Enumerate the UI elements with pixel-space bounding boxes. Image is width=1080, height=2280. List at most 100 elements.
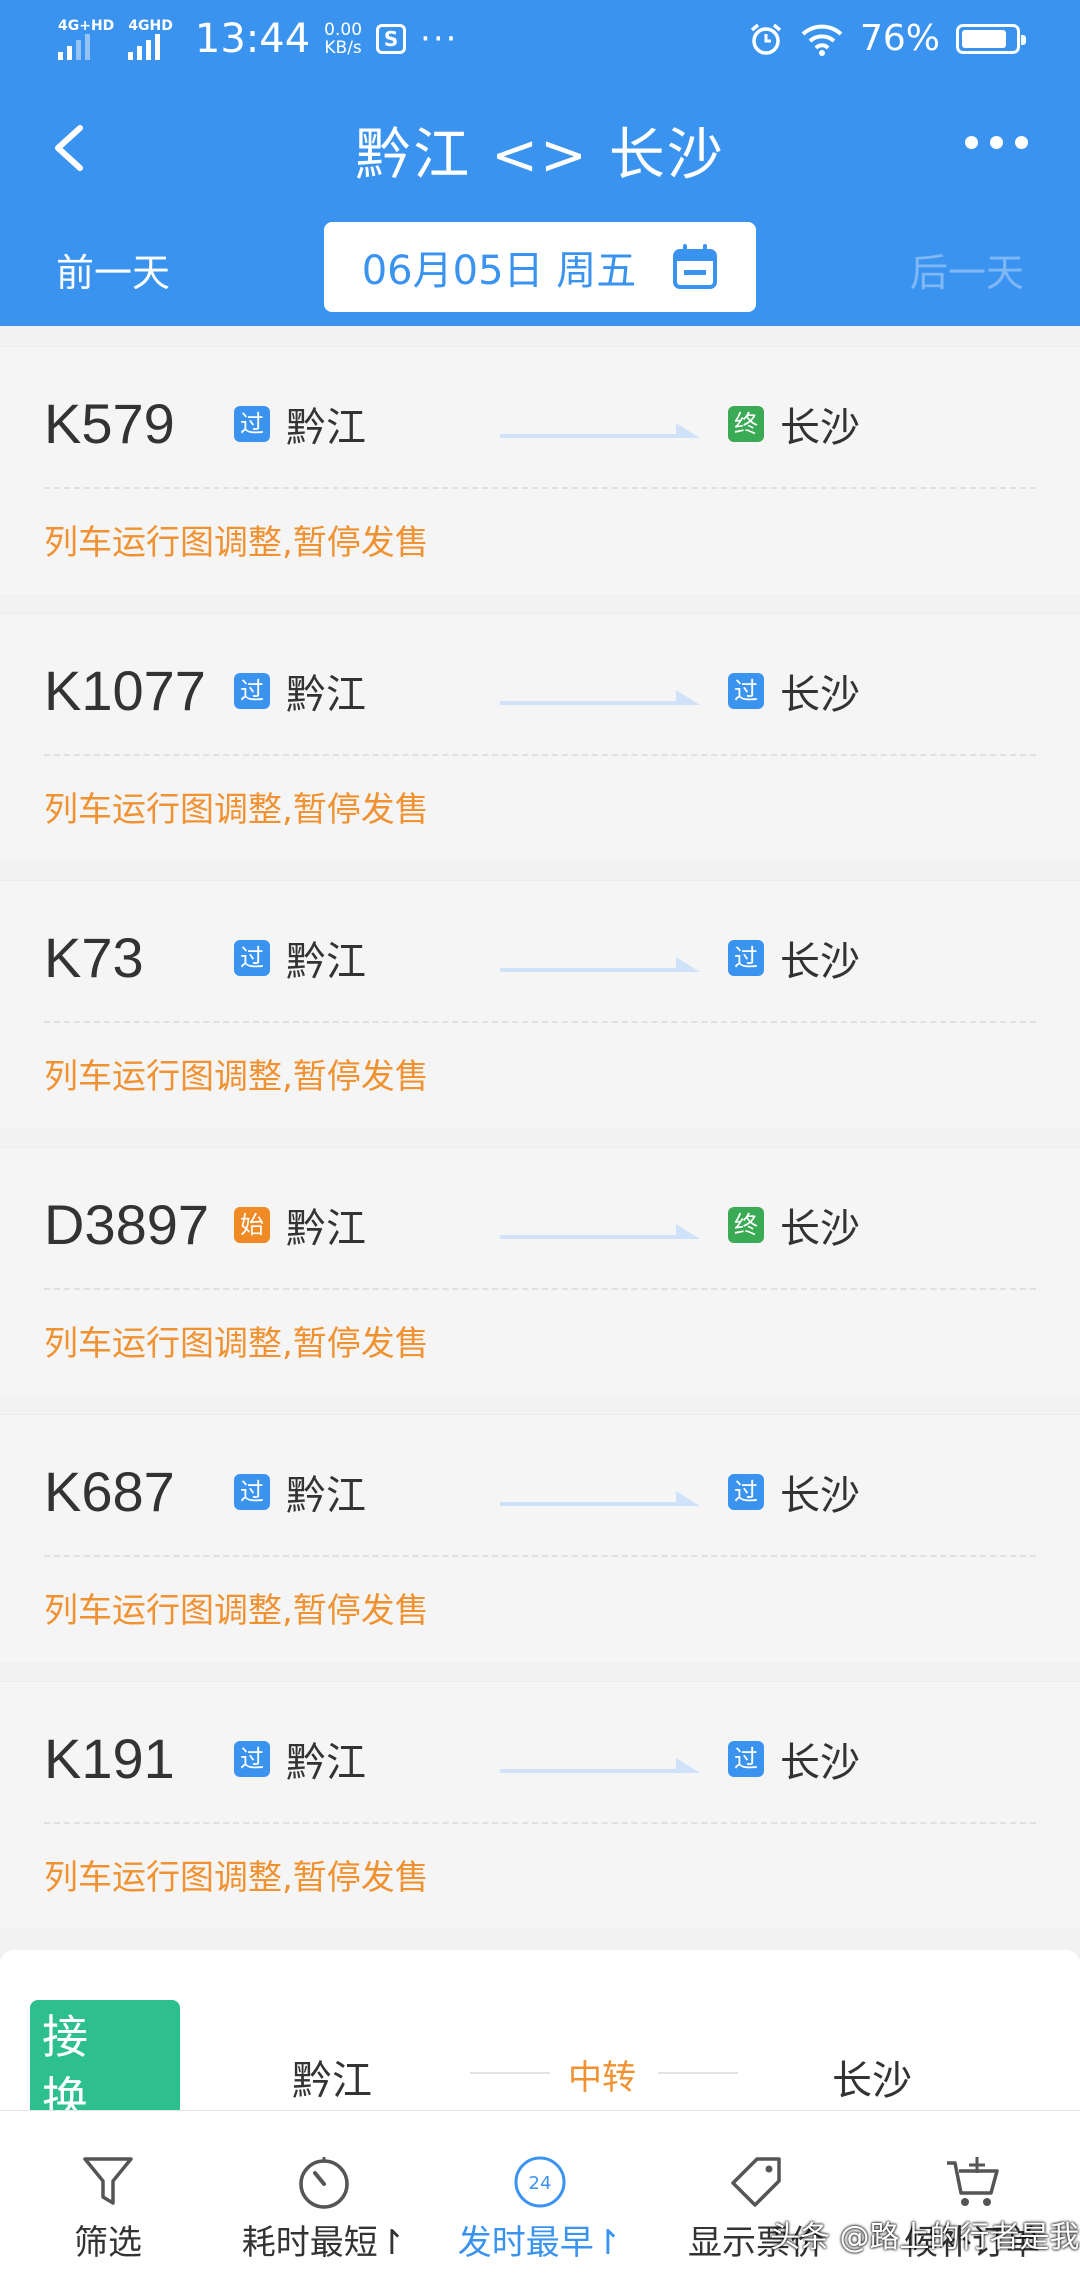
dashed-divider <box>44 1288 1036 1290</box>
train-number: K687 <box>44 1460 175 1523</box>
dot-icon <box>1015 136 1028 149</box>
departure-station: 过 黔江 <box>234 929 366 987</box>
departure-tag: 过 <box>234 1741 270 1777</box>
dashed-divider <box>44 487 1036 489</box>
arrow-right-icon <box>500 1224 700 1239</box>
prev-day-button[interactable]: 前一天 <box>56 242 170 297</box>
signal-bars-icon <box>128 34 161 60</box>
sort-earliest-button[interactable]: 24 发时最早↾ <box>432 2111 648 2280</box>
sale-notice: 列车运行图调整,暂停发售 <box>44 523 429 563</box>
arrival-tag: 过 <box>728 1741 764 1777</box>
train-number: K579 <box>44 392 175 455</box>
departure-tag: 过 <box>234 1474 270 1510</box>
network-label-2: 4GHD <box>128 18 173 34</box>
title-bar: 黔江 <> 长沙 <box>0 96 1080 196</box>
sale-notice: 列车运行图调整,暂停发售 <box>44 1858 429 1898</box>
date-bar: 前一天 06月05日 周五 后一天 <box>0 220 1080 312</box>
arrival-name: 长沙 <box>780 1206 860 1252</box>
arrival-station: 过 长沙 <box>728 662 860 720</box>
more-notifications: ··· <box>420 19 459 59</box>
app-notification-icon: S <box>376 24 407 54</box>
arrival-name: 长沙 <box>780 939 860 985</box>
calendar-icon <box>673 244 718 289</box>
sale-notice: 列车运行图调整,暂停发售 <box>44 1324 429 1364</box>
transfer-to: 长沙 <box>832 2058 912 2104</box>
arrival-name: 长沙 <box>780 672 860 718</box>
arrival-station: 过 长沙 <box>728 929 860 987</box>
next-day-button[interactable]: 后一天 <box>910 242 1024 297</box>
transfer-badge: 接 换 续 乘 <box>30 2000 180 2110</box>
arrow-right-icon <box>500 957 700 972</box>
stopwatch-icon <box>299 2157 349 2209</box>
filter-label: 筛选 <box>74 2223 142 2263</box>
train-card[interactable]: K687 过 黔江 过 长沙 列车运行图调整,暂停发售 <box>0 1414 1080 1662</box>
transfer-line <box>658 2072 738 2074</box>
departure-tag: 过 <box>234 940 270 976</box>
arrival-name: 长沙 <box>780 405 860 451</box>
battery-icon <box>956 23 1026 54</box>
train-card[interactable]: K73 过 黔江 过 长沙 列车运行图调整,暂停发售 <box>0 880 1080 1128</box>
watermark: 头条 @路上的行者是我 <box>770 2220 1080 2255</box>
arrival-tag: 过 <box>728 673 764 709</box>
dashed-divider <box>44 754 1036 756</box>
departure-tag: 始 <box>234 1207 270 1243</box>
cart-plus-icon <box>947 2157 999 2206</box>
sort-shortest-button[interactable]: 耗时最短↾ <box>216 2111 432 2280</box>
departure-station: 始 黔江 <box>234 1196 366 1254</box>
transfer-panel[interactable]: 接 换 续 乘 黔江 中转 长沙 <box>0 1950 1080 2110</box>
filter-icon <box>83 2157 133 2205</box>
arrival-name: 长沙 <box>780 1740 860 1786</box>
departure-name: 黔江 <box>286 1740 366 1786</box>
train-number: K1077 <box>44 659 206 722</box>
train-number: K191 <box>44 1727 175 1790</box>
filter-button[interactable]: 筛选 <box>0 2111 216 2280</box>
alarm-icon <box>750 23 782 55</box>
price-tag-icon <box>731 2157 781 2207</box>
sort-earliest-label: 发时最早↾ <box>457 2223 623 2263</box>
dashed-divider <box>44 1555 1036 1557</box>
arrival-tag: 过 <box>728 1474 764 1510</box>
status-bar: 4G+HD 4GHD 13:44 0.00 KB/s S ··· 76% <box>0 0 1080 84</box>
departure-name: 黔江 <box>286 939 366 985</box>
departure-station: 过 黔江 <box>234 1463 366 1521</box>
train-card[interactable]: D3897 始 黔江 终 长沙 列车运行图调整,暂停发售 <box>0 1147 1080 1395</box>
wifi-icon <box>801 24 843 56</box>
departure-tag: 过 <box>234 673 270 709</box>
dashed-divider <box>44 1822 1036 1824</box>
train-card[interactable]: K191 过 黔江 过 长沙 列车运行图调整,暂停发售 <box>0 1681 1080 1929</box>
arrival-tag: 终 <box>728 406 764 442</box>
departure-name: 黔江 <box>286 1206 366 1252</box>
arrival-station: 过 长沙 <box>728 1730 860 1788</box>
battery-fill <box>962 29 1007 48</box>
train-list: K579 过 黔江 终 长沙 列车运行图调整,暂停发售 K1077 过 黔江 过… <box>0 346 1080 1948</box>
sale-notice: 列车运行图调整,暂停发售 <box>44 790 429 830</box>
sale-notice: 列车运行图调整,暂停发售 <box>44 1057 429 1097</box>
dashed-divider <box>44 1021 1036 1023</box>
clock-24-text: 24 <box>529 2173 552 2194</box>
train-number: K73 <box>44 926 144 989</box>
transfer-middle: 中转 <box>568 2058 636 2098</box>
arrival-station: 终 长沙 <box>728 1196 860 1254</box>
train-number: D3897 <box>44 1193 210 1256</box>
arrow-right-icon <box>500 423 700 438</box>
clock-24-icon: 24 <box>514 2156 566 2208</box>
net-speed-unit: KB/s <box>324 38 362 58</box>
departure-name: 黔江 <box>286 405 366 451</box>
arrival-station: 终 长沙 <box>728 395 860 453</box>
more-menu-button[interactable] <box>965 136 1028 149</box>
train-card[interactable]: K1077 过 黔江 过 长沙 列车运行图调整,暂停发售 <box>0 613 1080 861</box>
date-picker[interactable]: 06月05日 周五 <box>324 222 756 312</box>
departure-name: 黔江 <box>286 1473 366 1519</box>
transfer-line <box>470 2072 550 2074</box>
dot-icon <box>965 136 978 149</box>
arrow-right-icon <box>500 1491 700 1506</box>
train-card[interactable]: K579 过 黔江 终 长沙 列车运行图调整,暂停发售 <box>0 346 1080 594</box>
arrow-right-icon <box>500 1758 700 1773</box>
arrival-tag: 过 <box>728 940 764 976</box>
departure-name: 黔江 <box>286 672 366 718</box>
dot-icon <box>990 136 1003 149</box>
signal-bars-icon <box>58 34 90 60</box>
arrival-station: 过 长沙 <box>728 1463 860 1521</box>
departure-tag: 过 <box>234 406 270 442</box>
page-title: 黔江 <> 长沙 <box>355 123 725 188</box>
